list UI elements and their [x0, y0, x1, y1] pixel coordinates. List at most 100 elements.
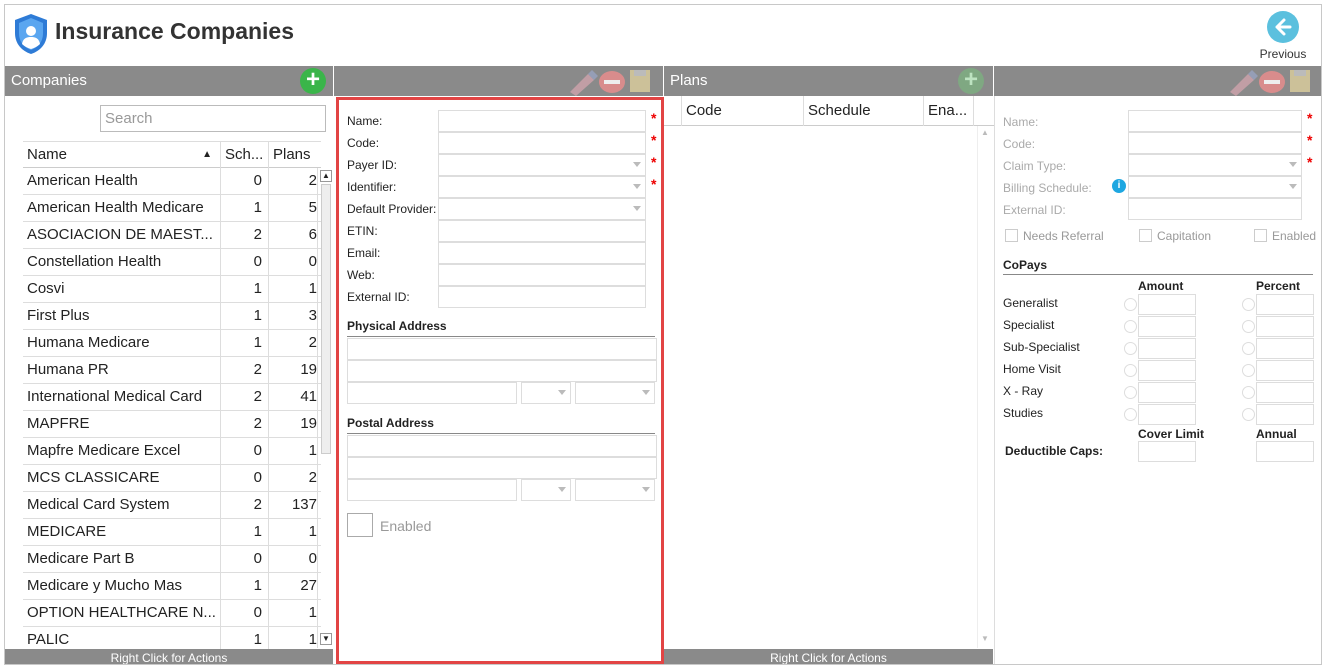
postal-state-select[interactable] [521, 479, 571, 501]
postal-address-line1[interactable] [347, 435, 657, 457]
info-icon[interactable]: i [1112, 179, 1126, 193]
column-enabled[interactable]: Ena... [924, 96, 974, 126]
default-provider-label: Default Provider: [347, 202, 437, 216]
column-sch[interactable]: Sch... [221, 142, 269, 168]
percent-field[interactable] [1256, 404, 1314, 425]
table-row[interactable]: American Health 0 2 [23, 168, 321, 195]
column-schedule[interactable]: Schedule [804, 96, 924, 126]
search-input[interactable]: Search [100, 105, 326, 132]
column-name[interactable]: Name ▲ [23, 142, 221, 168]
table-row[interactable]: OPTION HEALTHCARE N... 0 1 [23, 600, 321, 627]
physical-address-line1[interactable] [347, 338, 657, 360]
table-row[interactable]: First Plus 1 3 [23, 303, 321, 330]
plans-scrollbar[interactable]: ▲ ▼ [977, 126, 993, 648]
physical-state-select[interactable] [521, 382, 571, 404]
external-id-field[interactable] [438, 286, 646, 308]
previous-button[interactable]: Previous [1253, 11, 1313, 63]
percent-field[interactable] [1256, 382, 1314, 403]
plan-edit-icon[interactable] [1226, 68, 1258, 96]
percent-field[interactable] [1256, 338, 1314, 359]
name-field[interactable] [438, 110, 646, 132]
table-row[interactable]: Mapfre Medicare Excel 0 1 [23, 438, 321, 465]
percent-radio[interactable] [1242, 364, 1255, 377]
postal-city-field[interactable] [347, 479, 517, 501]
table-row[interactable]: ASOCIACION DE MAEST... 2 6 [23, 222, 321, 249]
plan-name-field[interactable] [1128, 110, 1302, 132]
table-row[interactable]: International Medical Card 2 41 [23, 384, 321, 411]
amount-field[interactable] [1138, 404, 1196, 425]
physical-zip-select[interactable] [575, 382, 655, 404]
etin-field[interactable] [438, 220, 646, 242]
physical-city-field[interactable] [347, 382, 517, 404]
physical-address-line2[interactable] [347, 360, 657, 382]
email-field[interactable] [438, 242, 646, 264]
scroll-down-icon[interactable]: ▼ [320, 633, 332, 645]
default-provider-select[interactable] [438, 198, 646, 220]
table-row[interactable]: PALIC 1 1 [23, 627, 321, 649]
add-company-button[interactable]: + [300, 68, 326, 94]
table-row[interactable]: Humana PR 2 19 [23, 357, 321, 384]
percent-radio[interactable] [1242, 342, 1255, 355]
column-code[interactable]: Code [682, 96, 804, 126]
amount-radio[interactable] [1124, 342, 1137, 355]
scroll-up-icon[interactable]: ▲ [981, 128, 989, 137]
payer-id-select[interactable] [438, 154, 646, 176]
table-row[interactable]: MAPFRE 2 19 [23, 411, 321, 438]
annual-field[interactable] [1256, 441, 1314, 462]
amount-field[interactable] [1138, 294, 1196, 315]
billing-schedule-select[interactable] [1128, 176, 1302, 198]
cover-limit-field[interactable] [1138, 441, 1196, 462]
amount-field[interactable] [1138, 316, 1196, 337]
plan-delete-icon[interactable] [1259, 71, 1285, 93]
company-plans-cell: 1 [308, 631, 317, 648]
amount-radio[interactable] [1124, 364, 1137, 377]
web-field[interactable] [438, 264, 646, 286]
scroll-down-icon[interactable]: ▼ [981, 634, 989, 643]
postal-address-line2[interactable] [347, 457, 657, 479]
plan-enabled-checkbox[interactable] [1254, 229, 1267, 242]
save-icon[interactable] [628, 66, 652, 94]
company-name-cell: Humana PR [23, 357, 221, 383]
percent-radio[interactable] [1242, 408, 1255, 421]
plan-external-id-field[interactable] [1128, 198, 1302, 220]
capitation-checkbox[interactable] [1139, 229, 1152, 242]
delete-icon[interactable] [599, 71, 625, 93]
column-plans[interactable]: Plans [269, 142, 321, 168]
table-row[interactable]: MEDICARE 1 1 [23, 519, 321, 546]
postal-zip-select[interactable] [575, 479, 655, 501]
table-row[interactable]: American Health Medicare 1 5 [23, 195, 321, 222]
table-row[interactable]: Humana Medicare 1 2 [23, 330, 321, 357]
table-row[interactable]: Medicare y Mucho Mas 1 27 [23, 573, 321, 600]
amount-field[interactable] [1138, 382, 1196, 403]
table-row[interactable]: MCS CLASSICARE 0 2 [23, 465, 321, 492]
amount-field[interactable] [1138, 360, 1196, 381]
add-plan-button[interactable]: + [958, 68, 984, 94]
table-row[interactable]: Medical Card System 2 137 [23, 492, 321, 519]
table-row[interactable]: Cosvi 1 1 [23, 276, 321, 303]
identifier-select[interactable] [438, 176, 646, 198]
amount-field[interactable] [1138, 338, 1196, 359]
scroll-up-icon[interactable]: ▲ [320, 170, 332, 182]
plan-save-icon[interactable] [1288, 66, 1312, 94]
enabled-checkbox[interactable] [347, 513, 373, 537]
percent-field[interactable] [1256, 360, 1314, 381]
claim-type-select[interactable] [1128, 154, 1302, 176]
amount-radio[interactable] [1124, 408, 1137, 421]
percent-radio[interactable] [1242, 386, 1255, 399]
percent-field[interactable] [1256, 316, 1314, 337]
companies-scrollbar[interactable]: ▲ ▼ [317, 168, 333, 648]
amount-radio[interactable] [1124, 386, 1137, 399]
needs-referral-checkbox[interactable] [1005, 229, 1018, 242]
table-row[interactable]: Medicare Part B00 [23, 546, 321, 573]
edit-icon[interactable] [566, 68, 598, 96]
company-sch-cell: 1 [221, 330, 269, 356]
amount-radio[interactable] [1124, 320, 1137, 333]
code-field[interactable] [438, 132, 646, 154]
percent-field[interactable] [1256, 294, 1314, 315]
amount-radio[interactable] [1124, 298, 1137, 311]
percent-radio[interactable] [1242, 298, 1255, 311]
plan-code-field[interactable] [1128, 132, 1302, 154]
scroll-thumb[interactable] [321, 184, 331, 454]
table-row[interactable]: Constellation Health 0 0 [23, 249, 321, 276]
percent-radio[interactable] [1242, 320, 1255, 333]
